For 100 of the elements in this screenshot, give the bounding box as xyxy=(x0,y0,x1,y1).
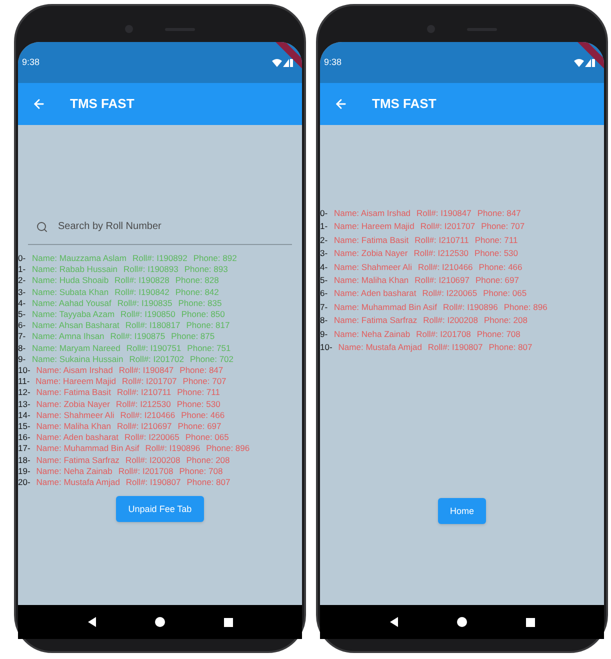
row-index: 0- xyxy=(320,207,328,220)
phone-number: Phone: 208 xyxy=(186,454,230,466)
student-name: Name: Muhammad Bin Asif xyxy=(334,300,437,314)
row-index: 9- xyxy=(320,328,328,341)
student-name: Name: Zobia Nayer xyxy=(334,247,408,260)
phone-number: Phone: 065 xyxy=(185,432,229,444)
phone-number: Phone: 707 xyxy=(182,376,226,388)
phone-number: Phone: 896 xyxy=(504,300,548,314)
signal-battery-icon xyxy=(272,58,294,68)
action-button[interactable]: Home xyxy=(438,498,486,524)
phone-number: Phone: 708 xyxy=(476,328,520,341)
student-name: Name: Maliha Khan xyxy=(36,421,111,432)
roll-number: Roll#: I190842 xyxy=(114,286,170,298)
row-index: 15- xyxy=(18,421,30,432)
phone-number: Phone: 708 xyxy=(179,466,223,478)
phone-number: Phone: 466 xyxy=(181,410,225,422)
roll-number: Roll#: I190835 xyxy=(117,298,172,310)
home-icon[interactable] xyxy=(155,617,166,627)
row-index: 14- xyxy=(18,410,30,422)
student-name: Name: Aisam Irshad xyxy=(36,365,113,376)
student-name: Name: Aden basharat xyxy=(36,432,119,444)
phone-number: Phone: 751 xyxy=(187,342,231,354)
row-index: 6- xyxy=(18,320,26,332)
phone-number: Phone: 835 xyxy=(178,298,222,310)
student-name: Name: Mustafa Amjad xyxy=(36,477,120,488)
student-name: Name: Fatima Sarfraz xyxy=(334,314,418,328)
roll-number: Roll#: I190896 xyxy=(145,443,200,455)
row-index: 3- xyxy=(320,247,328,260)
roll-number: Roll#: I190807 xyxy=(428,341,483,354)
student-name: Name: Amna Ihsan xyxy=(32,331,104,343)
phone-number: Phone: 847 xyxy=(180,365,224,376)
student-name: Name: Ahsan Basharat xyxy=(32,320,120,332)
phone-number: Phone: 817 xyxy=(186,320,230,332)
roll-number: Roll#: I190847 xyxy=(416,207,472,220)
row-index: 18- xyxy=(18,454,30,466)
roll-number: Roll#: I190751 xyxy=(126,342,182,354)
phone-number: Phone: 893 xyxy=(184,264,228,276)
student-name: Name: Shahmeer Ali xyxy=(334,260,412,274)
roll-number: Roll#: I190892 xyxy=(132,253,188,264)
phone-number: Phone: 697 xyxy=(178,421,222,432)
roll-number: Roll#: I190850 xyxy=(120,309,176,320)
roll-number: Roll#: I200208 xyxy=(125,454,180,466)
row-index: 2- xyxy=(320,234,328,247)
row-index: 16- xyxy=(18,432,30,444)
student-name: Name: Hareem Majid xyxy=(334,220,414,234)
status-time: 9:38 xyxy=(324,56,342,69)
row-index: 3- xyxy=(18,286,26,298)
phone-number: Phone: 875 xyxy=(171,331,215,343)
phone-number: Phone: 707 xyxy=(481,220,525,234)
student-name: Name: Hareem Majid xyxy=(36,376,116,388)
row-index: 1- xyxy=(320,220,328,234)
recents-icon[interactable] xyxy=(224,618,233,626)
roll-number: Roll#: I190896 xyxy=(442,300,498,314)
row-index: 17- xyxy=(18,443,30,455)
phone-number: Phone: 807 xyxy=(186,477,230,488)
roll-number: Roll#: I201708 xyxy=(118,466,174,478)
student-name: Name: Aden basharat xyxy=(334,287,416,300)
phone-number: Phone: 896 xyxy=(206,443,250,455)
back-icon[interactable] xyxy=(87,617,98,627)
recents-icon[interactable] xyxy=(526,618,535,626)
phone-number: Phone: 807 xyxy=(488,341,532,354)
phone-number: Phone: 842 xyxy=(175,286,219,298)
app-title: TMS FAST xyxy=(70,95,134,114)
row-index: 13- xyxy=(18,398,30,410)
roll-number: Roll#: I200208 xyxy=(423,314,478,328)
student-name: Name: Fatima Sarfraz xyxy=(36,454,120,466)
phone-number: Phone: 208 xyxy=(484,314,528,328)
student-name: Name: Mauzzama Aslam xyxy=(32,253,126,264)
search-icon xyxy=(36,221,48,233)
phone-number: Phone: 711 xyxy=(474,234,518,247)
roll-number: Roll#: I210711 xyxy=(414,234,469,247)
student-name: Name: Fatima Basit xyxy=(334,234,409,247)
back-icon[interactable] xyxy=(389,617,400,627)
phone-number: Phone: 466 xyxy=(478,260,522,274)
roll-number: Roll#: I190828 xyxy=(114,275,170,287)
row-index: 19- xyxy=(18,466,30,478)
student-name: Name: Tayyaba Azam xyxy=(32,309,115,320)
action-button[interactable]: Unpaid Fee Tab xyxy=(116,496,204,522)
row-index: 5- xyxy=(320,274,328,288)
row-index: 7- xyxy=(320,300,328,314)
roll-number: Roll#: I201707 xyxy=(420,220,476,234)
row-index: 11- xyxy=(18,376,30,388)
back-arrow-icon[interactable] xyxy=(32,97,46,111)
roll-number: Roll#: I180817 xyxy=(125,320,180,332)
phone-number: Phone: 828 xyxy=(175,275,219,287)
status-time: 9:38 xyxy=(22,56,40,69)
student-name: Name: Shahmeer Ali xyxy=(36,410,114,422)
search-field[interactable]: Search by Roll Number xyxy=(28,209,292,245)
roll-number: Roll#: I220065 xyxy=(422,287,478,300)
roll-number: Roll#: I190875 xyxy=(110,331,166,343)
row-index: 6- xyxy=(320,287,328,300)
phone-number: Phone: 702 xyxy=(190,354,234,366)
student-name: Name: Maryam Nareed xyxy=(32,342,120,354)
student-name: Name: Maliha Khan xyxy=(334,274,409,288)
row-index: 2- xyxy=(18,275,26,287)
phone-number: Phone: 697 xyxy=(475,274,519,288)
row-index: 12- xyxy=(18,387,30,399)
home-icon[interactable] xyxy=(457,617,468,627)
student-name: Name: Rabab Hussain xyxy=(32,264,118,276)
row-index: 10- xyxy=(320,341,332,354)
